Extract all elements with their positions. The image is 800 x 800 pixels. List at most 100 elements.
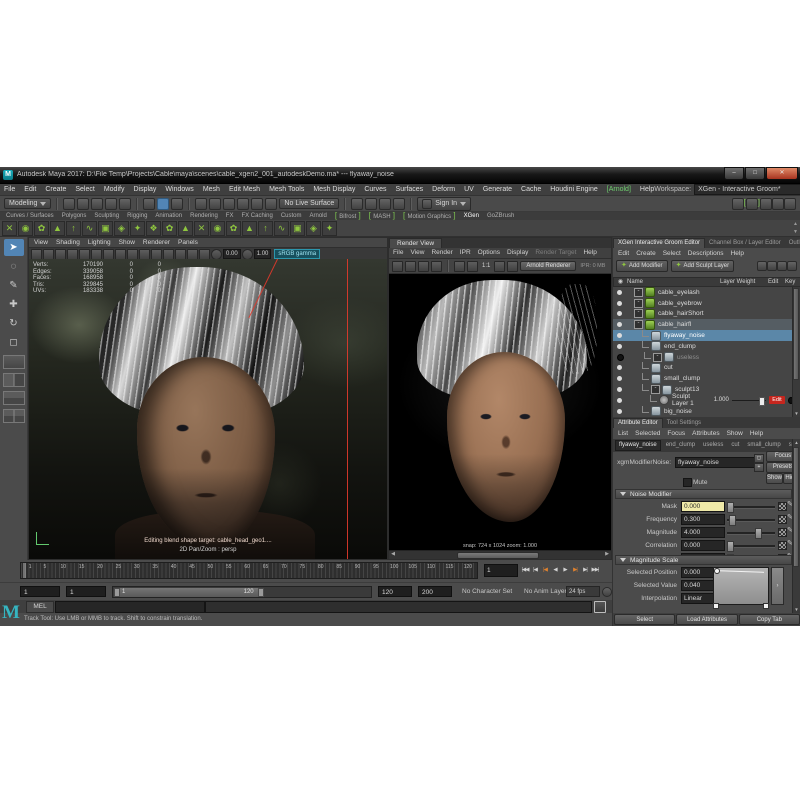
attr-value-field[interactable]: 0.300 bbox=[681, 514, 725, 525]
layer-row-useless[interactable]: -useless bbox=[613, 352, 794, 363]
layer-row-big-noise[interactable]: big_noise bbox=[613, 406, 794, 417]
map-texture-icon[interactable] bbox=[778, 541, 787, 550]
layer-weight-slider[interactable] bbox=[732, 400, 766, 401]
layer-row-cable-hairfl[interactable]: -cable_hairfl bbox=[613, 319, 794, 330]
guide-curve[interactable] bbox=[347, 259, 348, 559]
new-scene-icon[interactable] bbox=[63, 198, 75, 210]
layer-row-flyaway-noise[interactable]: flyaway_noise bbox=[613, 330, 794, 341]
map-texture-icon[interactable] bbox=[778, 515, 787, 524]
menu-create[interactable]: Create bbox=[45, 186, 66, 194]
viewport-toolbar-icon[interactable] bbox=[199, 249, 210, 260]
viewport-toolbar-icon[interactable] bbox=[151, 249, 162, 260]
shelf-tab-animation[interactable]: Animation bbox=[155, 213, 182, 220]
shelf-tab-polygons[interactable]: Polygons bbox=[62, 213, 87, 220]
viewport-toolbar-icon[interactable] bbox=[67, 249, 78, 260]
viewport-toolbar-icon[interactable] bbox=[55, 249, 66, 260]
expand-collapse-icon[interactable]: - bbox=[634, 288, 643, 297]
character-set-dropdown[interactable]: No Character Set bbox=[462, 588, 512, 595]
time-slider[interactable]: 1510152025303540455055606570758085909510… bbox=[20, 562, 478, 579]
xgen-shelf-icon[interactable]: ↑ bbox=[66, 221, 81, 236]
current-frame-field[interactable]: 1 bbox=[484, 564, 518, 577]
current-time-marker[interactable] bbox=[23, 563, 26, 578]
xgen-shelf-icon[interactable]: ◉ bbox=[210, 221, 225, 236]
render-current-frame-icon[interactable] bbox=[351, 198, 363, 210]
attr-slider[interactable] bbox=[727, 532, 775, 535]
menu-curves[interactable]: Curves bbox=[364, 186, 386, 194]
expand-collapse-icon[interactable]: - bbox=[653, 353, 662, 362]
remove-image-icon[interactable] bbox=[467, 261, 478, 272]
viewport-toolbar-icon[interactable] bbox=[79, 249, 90, 260]
rotate-tool-icon[interactable]: ↻ bbox=[4, 315, 24, 332]
maximize-button[interactable]: □ bbox=[745, 167, 765, 180]
playback-end-field[interactable]: 120 bbox=[378, 586, 412, 597]
menu-mesh-display[interactable]: Mesh Display bbox=[313, 186, 355, 194]
character-controls-toggle-icon[interactable] bbox=[746, 198, 758, 210]
attribute-editor-menu-show[interactable]: Show bbox=[727, 430, 743, 437]
open-render-settings-icon[interactable] bbox=[494, 261, 505, 272]
fps-dropdown[interactable]: 24 fps bbox=[566, 586, 600, 597]
select-button[interactable]: Select bbox=[614, 614, 675, 625]
tab-outliner[interactable]: Outliner bbox=[785, 239, 800, 248]
node-tab-end-clump[interactable]: end_clump bbox=[663, 441, 698, 450]
render-view-menu-display[interactable]: Display bbox=[507, 249, 528, 256]
node-name-field[interactable]: flyaway_noise bbox=[675, 457, 755, 468]
layout-four-pane-button[interactable] bbox=[3, 409, 25, 423]
noise-modifier-section-header[interactable]: Noise Modifier bbox=[615, 489, 792, 499]
scrollbar-thumb[interactable] bbox=[457, 552, 539, 559]
lasso-tool-icon[interactable]: ◌ bbox=[4, 258, 24, 275]
layout-two-pane-button[interactable] bbox=[3, 373, 25, 387]
workspace-value[interactable]: XGen - Interactive Groom* bbox=[694, 184, 800, 196]
render-settings-icon[interactable] bbox=[379, 198, 391, 210]
ramp-expand-button[interactable]: › bbox=[771, 567, 784, 605]
ramp-point[interactable] bbox=[714, 568, 720, 574]
select-tool-icon[interactable]: ➤ bbox=[4, 239, 24, 256]
layer-weight-column-header[interactable]: Layer Weight bbox=[720, 279, 768, 286]
command-input[interactable] bbox=[55, 601, 205, 613]
viewport-toolbar-icon[interactable] bbox=[91, 249, 102, 260]
render-view-menu-ipr[interactable]: IPR bbox=[460, 249, 471, 256]
slider-handle[interactable] bbox=[727, 541, 734, 552]
xgen-shelf-icon[interactable]: ✿ bbox=[162, 221, 177, 236]
viewport-toolbar-icon[interactable] bbox=[43, 249, 54, 260]
viewport-toolbar-icon[interactable] bbox=[115, 249, 126, 260]
attr-value-field[interactable]: 0.000 bbox=[681, 501, 725, 512]
node-tab-useless[interactable]: useless bbox=[700, 441, 726, 450]
save-scene-icon[interactable] bbox=[91, 198, 103, 210]
scroll-up-icon[interactable]: ▲ bbox=[793, 439, 800, 446]
menu-select[interactable]: Select bbox=[75, 186, 94, 194]
renderer-dropdown[interactable]: Arnold Renderer bbox=[520, 261, 576, 272]
shelf-tab-custom[interactable]: Custom bbox=[281, 213, 302, 220]
auto-keyframe-icon[interactable] bbox=[602, 587, 612, 597]
tab-xgen-interactive-groom-editor[interactable]: XGen Interactive Groom Editor bbox=[613, 238, 705, 248]
zoom-ratio-button[interactable]: 1:1 bbox=[482, 263, 490, 270]
magnitude-scale-section-header[interactable]: Magnitude Scale bbox=[615, 555, 792, 565]
viewport-menu-shading[interactable]: Shading bbox=[56, 239, 80, 246]
menu-windows[interactable]: Windows bbox=[165, 186, 193, 194]
channel-box-toggle-icon[interactable] bbox=[784, 198, 796, 210]
menu-uv[interactable]: UV bbox=[464, 186, 474, 194]
viewport-toolbar-icon[interactable] bbox=[103, 249, 114, 260]
keep-image-icon[interactable] bbox=[454, 261, 465, 272]
gamma-icon[interactable] bbox=[242, 249, 253, 260]
render-view-menu-options[interactable]: Options bbox=[478, 249, 500, 256]
shelf-tab-sculpting[interactable]: Sculpting bbox=[94, 213, 119, 220]
attr-slider[interactable] bbox=[727, 545, 775, 548]
shelf-tab-xgen[interactable]: XGen bbox=[464, 213, 479, 220]
exposure-icon[interactable] bbox=[211, 249, 222, 260]
folder-icon[interactable] bbox=[777, 261, 787, 271]
render-view-menu-render[interactable]: Render bbox=[431, 249, 452, 256]
snap-point-icon[interactable] bbox=[223, 198, 235, 210]
menu-generate[interactable]: Generate bbox=[483, 186, 512, 194]
sign-in-button[interactable]: Sign In bbox=[417, 197, 471, 211]
scale-tool-icon[interactable]: ◻ bbox=[4, 334, 24, 351]
menu-modify[interactable]: Modify bbox=[104, 186, 125, 194]
visibility-dot[interactable] bbox=[617, 301, 622, 306]
xgen-menu-descriptions[interactable]: Descriptions bbox=[688, 250, 724, 257]
visibility-dot[interactable] bbox=[617, 344, 622, 349]
visibility-dot[interactable] bbox=[617, 387, 622, 392]
shelf-tab-arnold[interactable]: Arnold bbox=[310, 213, 327, 220]
xgen-shelf-icon[interactable]: ✦ bbox=[130, 221, 145, 236]
xgen-menu-edit[interactable]: Edit bbox=[618, 250, 629, 257]
xgen-shelf-icon[interactable]: ✿ bbox=[34, 221, 49, 236]
map-texture-icon[interactable] bbox=[778, 502, 787, 511]
